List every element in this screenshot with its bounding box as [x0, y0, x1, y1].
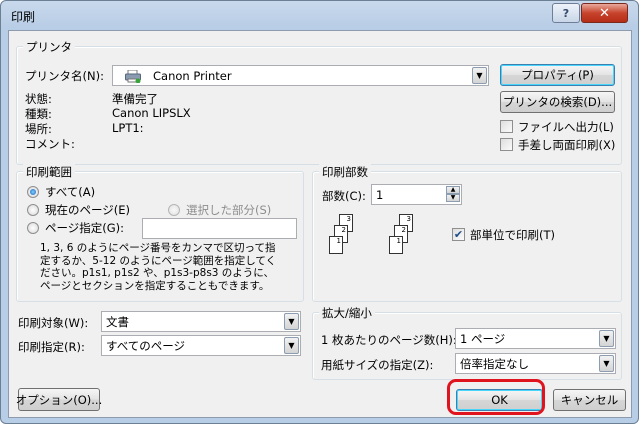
help-line: 1, 3, 6 のようにページ番号をカンマで区切って指 — [40, 242, 276, 254]
range-selection-label: 選択した部分(S) — [186, 203, 272, 217]
close-button[interactable]: ✕ — [581, 3, 628, 23]
page-icon: 1 — [389, 236, 403, 254]
copies-count-value: 1 — [376, 187, 384, 202]
print-to-file-label[interactable]: ファイルへ出力(L) — [518, 119, 614, 135]
print-what-value: 文書 — [106, 314, 129, 329]
find-printer-button-label: プリンタの検索(D)... — [502, 95, 613, 109]
page-range-input[interactable] — [142, 218, 297, 239]
manual-duplex-label[interactable]: 手差し両面印刷(X) — [518, 137, 615, 153]
collate-label[interactable]: 部単位で印刷(T) — [470, 227, 555, 243]
zoom-group-label: 拡大/縮小 — [319, 305, 375, 321]
help-line: ページとセクションを指定することもできます。 — [40, 279, 270, 292]
close-icon: ✕ — [599, 5, 610, 21]
dialog-body: プリンタ プリンタ名(N): Canon Printer ▼ プロパティ(P) … — [8, 30, 632, 418]
print-to-file-checkbox[interactable] — [500, 120, 513, 133]
type-label: 種類: — [25, 107, 52, 121]
find-printer-button[interactable]: プリンタの検索(D)... — [500, 91, 615, 113]
range-pages-label[interactable]: ページ指定(G): — [45, 220, 124, 236]
print-what-select[interactable]: 文書 ▼ — [101, 311, 301, 332]
pages-per-sheet-value: 1 ページ — [460, 331, 506, 346]
collate-checkbox[interactable]: ✔ — [452, 228, 465, 241]
status-value: 準備完了 — [112, 92, 158, 106]
help-line: 定するか、5-12 のようにページ範囲を指定してく — [40, 254, 277, 267]
cancel-button[interactable]: キャンセル — [553, 389, 626, 411]
options-button[interactable]: オプション(O)... — [15, 388, 103, 411]
print-pages-label: 印刷指定(R): — [18, 340, 85, 354]
printer-name-label: プリンタ名(N): — [25, 69, 104, 83]
help-line: ださい。p1s1, p1s2 や、p1s3-p8s3 のように、 — [40, 267, 274, 279]
cancel-button-label: キャンセル — [560, 393, 619, 407]
title-bar[interactable]: 印刷 ? ✕ — [1, 1, 638, 31]
window-title: 印刷 — [11, 10, 36, 24]
manual-duplex-checkbox[interactable] — [500, 138, 513, 151]
printer-name-select[interactable]: Canon Printer ▼ — [112, 65, 489, 86]
chevron-down-icon[interactable]: ▼ — [284, 337, 299, 354]
pages-per-sheet-select[interactable]: 1 ページ ▼ — [455, 328, 616, 349]
comment-label: コメント: — [25, 137, 75, 151]
print-pages-value: すべてのページ — [106, 338, 186, 353]
chevron-down-icon[interactable]: ▼ — [284, 313, 299, 330]
copies-group-label: 印刷部数 — [319, 164, 371, 180]
printer-group-label: プリンタ — [23, 39, 75, 55]
help-icon: ? — [562, 6, 570, 20]
spin-up-icon[interactable]: ▲ — [446, 186, 460, 194]
print-what-label: 印刷対象(W): — [18, 316, 89, 330]
range-all-radio[interactable] — [27, 186, 39, 198]
printer-icon — [125, 69, 141, 83]
properties-button[interactable]: プロパティ(P) — [500, 64, 615, 86]
status-label: 状態: — [25, 92, 52, 106]
range-all-label[interactable]: すべて(A) — [45, 184, 95, 200]
page-icon: 1 — [329, 236, 343, 254]
pages-per-sheet-label: 1 枚あたりのページ数(H): — [321, 333, 457, 347]
range-current-label[interactable]: 現在のページ(E) — [45, 202, 130, 218]
help-button[interactable]: ? — [552, 3, 580, 23]
page-range-help: 1, 3, 6 のようにページ番号をカンマで区切って指 定するか、5-12 のよ… — [40, 242, 298, 292]
printer-name-value: Canon Printer — [153, 68, 232, 83]
ok-highlight-annotation — [447, 379, 545, 415]
copies-count-input[interactable]: 1 ▲ ▼ — [371, 184, 462, 205]
page-range-group-label: 印刷範囲 — [23, 164, 75, 180]
where-label: 場所: — [25, 122, 52, 136]
where-value: LPT1: — [112, 121, 144, 135]
range-selection-radio — [168, 204, 180, 216]
print-dialog-window: 印刷 ? ✕ プリンタ プリンタ名(N): Canon Printer ▼ プロ… — [0, 0, 639, 424]
range-pages-radio[interactable] — [27, 222, 39, 234]
properties-button-label: プロパティ(P) — [521, 68, 594, 82]
print-pages-select[interactable]: すべてのページ ▼ — [101, 335, 301, 356]
chevron-down-icon[interactable]: ▼ — [599, 355, 614, 372]
scale-value: 倍率指定なし — [460, 356, 529, 371]
chevron-down-icon[interactable]: ▼ — [599, 330, 614, 347]
scale-label: 用紙サイズの指定(Z): — [321, 358, 434, 372]
spin-down-icon[interactable]: ▼ — [446, 194, 460, 202]
chevron-down-icon[interactable]: ▼ — [472, 67, 487, 84]
options-button-label: オプション(O)... — [15, 392, 103, 407]
copies-count-label: 部数(C): — [322, 189, 366, 203]
range-current-radio[interactable] — [27, 204, 39, 216]
type-value: Canon LIPSLX — [112, 106, 191, 120]
scale-select[interactable]: 倍率指定なし ▼ — [455, 353, 616, 374]
